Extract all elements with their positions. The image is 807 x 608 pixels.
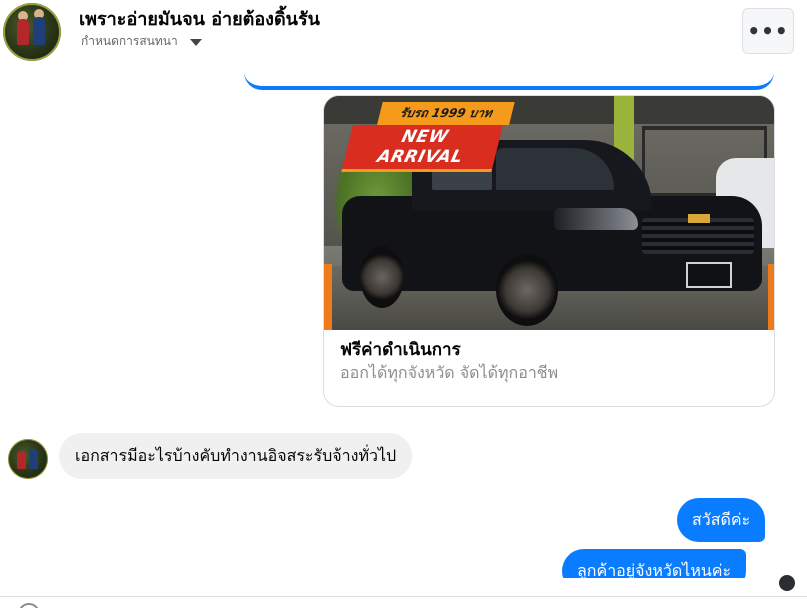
ad-card-image[interactable]: รับรถ 1999 บาท NEW ARRIVAL [324,96,774,330]
more-horizontal-icon: ••• [747,19,789,43]
conversation-settings-label: กำหนดการสนทนา [81,34,178,48]
caret-down-icon [189,39,202,46]
conversation-settings-dropdown[interactable]: กำหนดการสนทนา [81,32,202,51]
outgoing-message[interactable]: สวัสดีค่ะ [677,498,766,542]
ad-card-subtitle: ออกได้ทุกจังหวัด จัดได้ทุกอาชีพ [340,363,559,382]
contact-name[interactable]: เพราะอ่ายมันจน อ่ายต้องดิ้นรัน [79,4,320,33]
badge-main-text: NEW ARRIVAL [341,125,503,172]
new-arrival-badge: รับรถ 1999 บาท NEW ARRIVAL [341,102,515,172]
sender-avatar[interactable] [8,439,48,479]
contact-avatar[interactable] [3,3,61,61]
incoming-message[interactable]: เอกสารมีอะไรบ้างคับทำงานอิจสระรับจ้างทั่… [59,433,413,479]
seen-indicator-icon [779,575,795,591]
ad-card[interactable]: รับรถ 1999 บาท NEW ARRIVAL ฟรีค่าดำเนินก… [323,95,775,407]
previous-message-bubble [244,66,774,90]
badge-price-text: รับรถ 1999 บาท [376,102,515,125]
ad-card-title: ฟรีค่าดำเนินการ [340,340,461,360]
more-options-button[interactable]: ••• [742,8,794,54]
message-composer[interactable] [0,596,807,608]
